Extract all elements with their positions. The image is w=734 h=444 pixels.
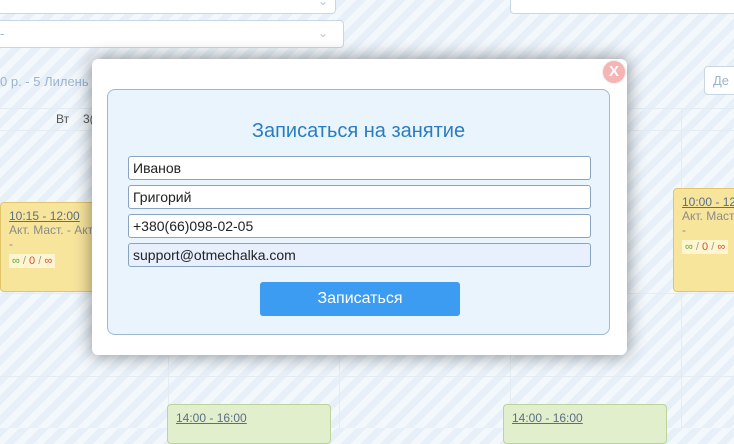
- price-summary: 0 р. - 5 Лилень: [0, 74, 89, 89]
- grid-row-line: [0, 376, 734, 377]
- schedule-event[interactable]: 10:00 - 12 Акт. Маст - ∞ / 0 / ∞: [673, 188, 734, 292]
- last-name-input[interactable]: [128, 156, 591, 180]
- phone-input[interactable]: [128, 214, 591, 238]
- modal-title: Записаться на занятие: [251, 120, 466, 142]
- event-dash: -: [682, 223, 686, 237]
- event-counts: ∞ / 0 / ∞: [682, 240, 729, 254]
- submit-button[interactable]: Записаться: [260, 282, 460, 316]
- event-time[interactable]: 10:00 - 12: [682, 195, 734, 209]
- top-filter-select-right[interactable]: [510, 0, 734, 14]
- first-name-input[interactable]: [128, 185, 591, 209]
- event-dash: -: [9, 237, 13, 251]
- filter-select[interactable]: [0, 20, 344, 48]
- schedule-event[interactable]: 14:00 - 16:00: [503, 404, 667, 444]
- event-description: Акт. Маст. - Акт: [9, 223, 94, 237]
- signup-form: Записаться на занятие Записаться: [107, 89, 610, 335]
- email-input[interactable]: [128, 243, 591, 267]
- schedule-event[interactable]: 14:00 - 16:00: [167, 404, 331, 444]
- weekday-header-tue: Вт: [56, 112, 70, 126]
- event-description: Акт. Маст: [682, 209, 734, 223]
- dash-text: -: [0, 26, 5, 41]
- signup-modal: X Записаться на занятие Записаться: [92, 59, 627, 355]
- chevron-down-icon: ⌄: [318, 26, 329, 40]
- close-button[interactable]: X: [603, 61, 625, 83]
- event-time[interactable]: 10:15 - 12:00: [9, 209, 91, 223]
- event-counts: ∞ / 0 / ∞: [9, 254, 56, 268]
- day-view-button[interactable]: Де: [704, 66, 734, 95]
- chevron-down-icon: ⌄: [318, 0, 329, 8]
- schedule-event[interactable]: 10:15 - 12:00 Акт. Маст. - Акт - ∞ / 0 /…: [0, 202, 100, 292]
- event-time[interactable]: 14:00 - 16:00: [512, 411, 658, 425]
- event-time[interactable]: 14:00 - 16:00: [176, 411, 322, 425]
- top-filter-select-left[interactable]: [0, 0, 336, 14]
